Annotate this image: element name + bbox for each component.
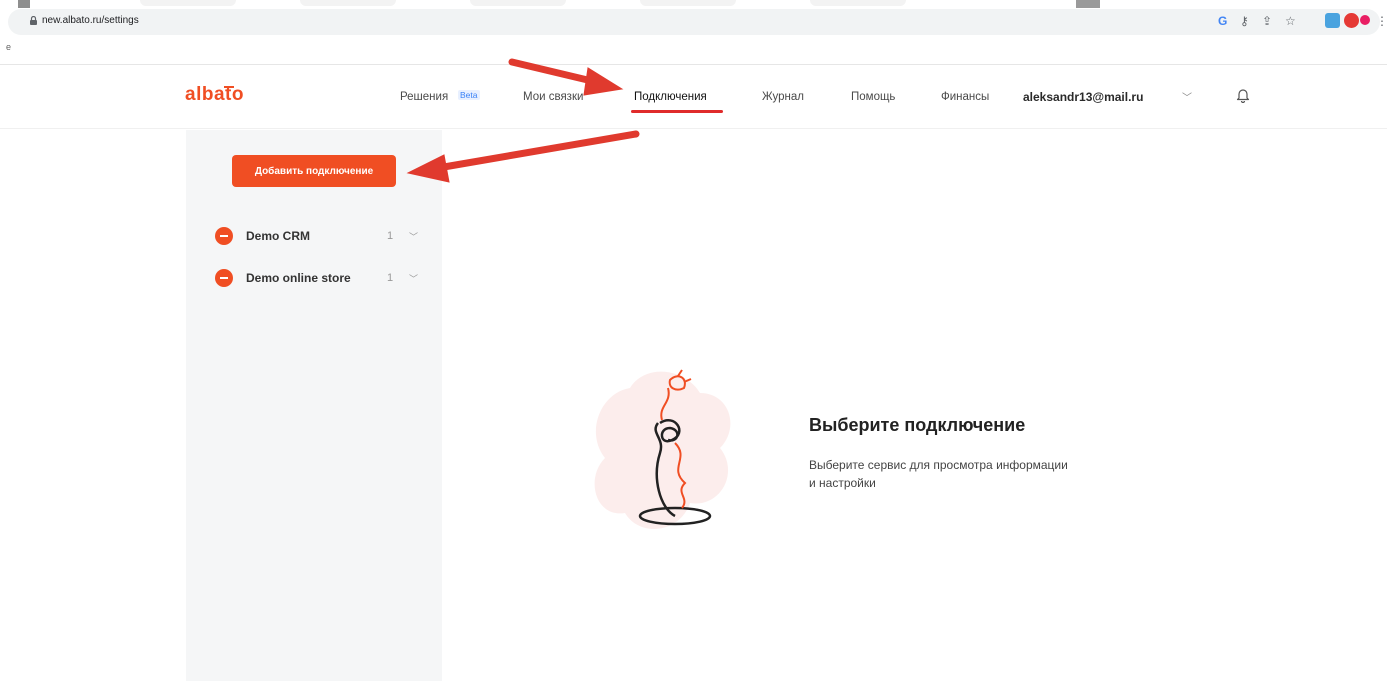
browser-tab[interactable] (1076, 0, 1100, 8)
plug-flower-illustration (594, 369, 731, 530)
user-email[interactable]: aleksandr13@mail.ru (1023, 90, 1143, 104)
empty-state-line: Выберите сервис для просмотра информации (809, 458, 1068, 472)
address-bar[interactable] (8, 9, 1380, 35)
connection-count: 1 (387, 230, 394, 242)
connections-sidebar (186, 130, 442, 681)
chevron-down-icon[interactable]: ﹀ (409, 272, 418, 285)
empty-state-title: Выберите подключение (809, 415, 1026, 435)
connection-name: Demo online store (246, 271, 351, 285)
browser-tab[interactable] (18, 0, 30, 8)
connection-icon (215, 269, 233, 287)
nav-journal[interactable]: Журнал (762, 91, 804, 103)
share-icon[interactable]: ⇪ (1262, 13, 1272, 29)
add-connection-button[interactable]: Добавить подключение (232, 155, 396, 187)
connection-item[interactable]: Demo online store 1 ﹀ (215, 266, 430, 290)
browser-tab[interactable] (470, 0, 566, 6)
browser-tab[interactable] (300, 0, 396, 6)
nav-help[interactable]: Помощь (851, 91, 895, 103)
browser-tab[interactable] (140, 0, 236, 6)
nav-finance[interactable]: Финансы (941, 91, 989, 103)
extension-icon[interactable] (1325, 13, 1340, 28)
arrow-to-add-button (406, 130, 640, 183)
url-text[interactable]: new.albato.ru/settings (42, 15, 139, 26)
nav-solutions[interactable]: Решения (400, 91, 448, 103)
chevron-down-icon[interactable]: ﹀ (1182, 89, 1192, 104)
connection-count: 1 (387, 272, 394, 284)
empty-state-line: и настройки (809, 476, 876, 490)
key-icon[interactable]: ⚷ (1240, 13, 1249, 29)
bookmarks-bar (0, 36, 1387, 62)
extension-icon[interactable] (1344, 13, 1359, 28)
chevron-down-icon[interactable]: ﹀ (409, 230, 418, 243)
lock-icon (30, 16, 37, 25)
browser-tab-strip (0, 0, 1387, 8)
star-icon[interactable]: ☆ (1285, 13, 1296, 29)
bookmark-marker-icon: e (6, 42, 12, 52)
menu-icon[interactable]: ⋮ (1376, 13, 1387, 29)
extension-icon[interactable] (1360, 15, 1370, 25)
connection-name: Demo CRM (246, 229, 311, 243)
google-icon[interactable]: G (1218, 13, 1227, 29)
browser-tab[interactable] (640, 0, 736, 6)
connection-item[interactable]: Demo CRM 1 ﹀ (215, 224, 430, 248)
nav-my-bundles[interactable]: Мои связки (523, 91, 583, 103)
logo-accent (224, 86, 234, 88)
bell-icon[interactable] (1236, 87, 1250, 103)
nav-connections[interactable]: Подключения (634, 91, 707, 103)
beta-badge: Beta (458, 90, 480, 100)
active-tab-underline (631, 110, 723, 113)
connection-icon (215, 227, 233, 245)
logo[interactable]: albato (185, 84, 244, 106)
browser-tab[interactable] (810, 0, 906, 6)
empty-state-description: Выберите сервис для просмотра информации… (809, 456, 1149, 492)
